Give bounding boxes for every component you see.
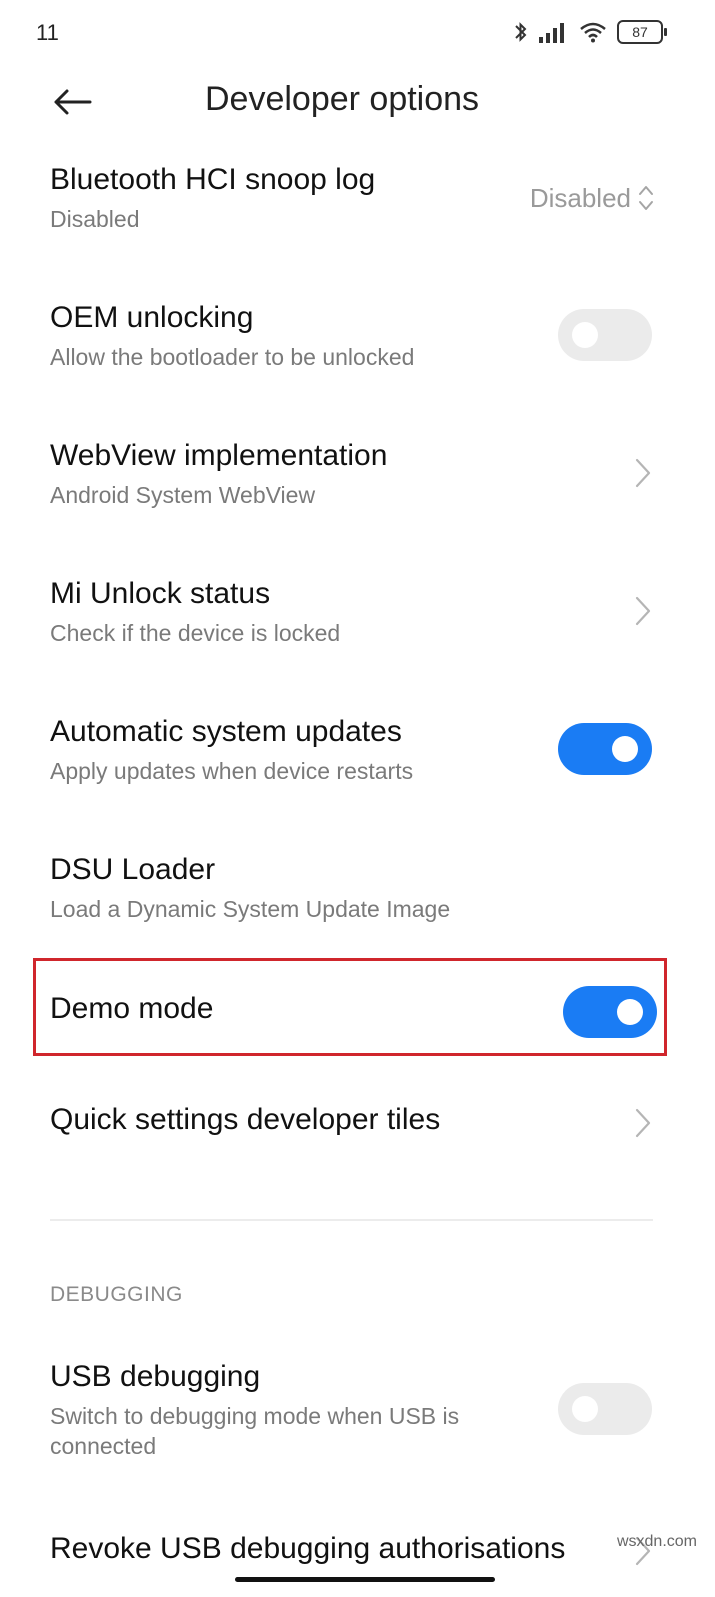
bluetooth-icon — [515, 22, 527, 42]
setting-title: WebView implementation — [50, 439, 388, 472]
wifi-icon — [580, 22, 606, 43]
setting-title: Revoke USB debugging authorisations — [50, 1532, 566, 1565]
setting-subtitle: Load a Dynamic System Update Image — [50, 896, 451, 922]
setting-subtitle: Check if the device is locked — [50, 620, 341, 646]
setting-usb-debugging[interactable]: USB debugging Switch to debugging mode w… — [0, 1357, 715, 1467]
setting-demo-mode[interactable]: Demo mode — [0, 980, 715, 1040]
watermark: wsxdn.com — [616, 1533, 697, 1550]
section-header-debugging: DEBUGGING — [50, 1283, 183, 1306]
section-divider — [50, 1219, 653, 1221]
setting-subtitle: Android System WebView — [50, 482, 316, 508]
demo-mode-toggle[interactable] — [563, 986, 657, 1038]
page-title: Developer options — [205, 80, 480, 118]
setting-subtitle: Disabled — [50, 206, 140, 232]
setting-dsu-loader[interactable]: DSU Loader Load a Dynamic System Update … — [0, 850, 715, 930]
chevron-up-down-icon — [639, 186, 653, 210]
status-icons: 87 — [513, 20, 667, 44]
arrow-left-icon — [54, 89, 92, 115]
setting-title: OEM unlocking — [50, 301, 254, 334]
setting-quick-settings-developer-tiles[interactable]: Quick settings developer tiles — [0, 1100, 715, 1150]
setting-title: Demo mode — [50, 992, 214, 1025]
snoop-log-select[interactable]: Disabled — [530, 182, 655, 214]
setting-subtitle: Switch to debugging mode when USB is con… — [50, 1403, 460, 1459]
setting-bluetooth-hci-snoop-log[interactable]: Bluetooth HCI snoop log Disabled Disable… — [0, 160, 715, 240]
setting-title: Quick settings developer tiles — [50, 1103, 441, 1136]
setting-title: DSU Loader — [50, 853, 216, 886]
setting-title: Mi Unlock status — [50, 577, 271, 610]
chevron-right-icon — [635, 596, 651, 626]
setting-webview-implementation[interactable]: WebView implementation Android System We… — [0, 436, 715, 516]
setting-subtitle: Allow the bootloader to be unlocked — [50, 344, 415, 370]
setting-mi-unlock-status[interactable]: Mi Unlock status Check if the device is … — [0, 574, 715, 654]
setting-oem-unlocking[interactable]: OEM unlocking Allow the bootloader to be… — [0, 298, 715, 378]
setting-title: Bluetooth HCI snoop log — [50, 163, 376, 196]
signal-icon — [539, 23, 564, 43]
setting-title: Automatic system updates — [50, 715, 402, 748]
setting-automatic-system-updates[interactable]: Automatic system updates Apply updates w… — [0, 712, 715, 792]
automatic-updates-toggle[interactable] — [558, 723, 652, 775]
chevron-right-icon — [635, 458, 651, 488]
back-button[interactable] — [50, 80, 94, 124]
setting-title: USB debugging — [50, 1360, 261, 1393]
chevron-right-icon — [635, 1108, 651, 1138]
setting-subtitle: Apply updates when device restarts — [50, 758, 414, 784]
battery-icon: 87 — [617, 20, 667, 44]
status-time: 11 — [36, 20, 59, 45]
select-value: Disabled — [529, 182, 631, 213]
usb-debugging-toggle[interactable] — [558, 1383, 652, 1435]
oem-unlocking-toggle[interactable] — [558, 309, 652, 361]
annotation-line — [235, 1577, 495, 1582]
